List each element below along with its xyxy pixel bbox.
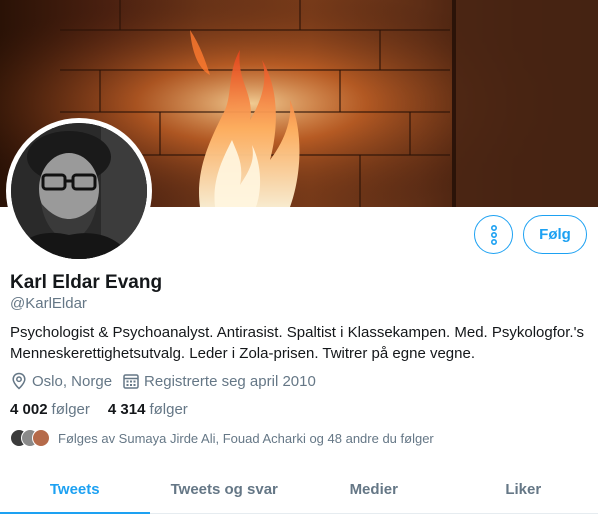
following-link[interactable]: 4 002 følger <box>10 401 90 418</box>
location-pin-icon <box>12 372 26 390</box>
profile-meta: Oslo, Norge Registrerte seg april 2010 <box>10 371 326 391</box>
follower-avatars <box>10 429 50 447</box>
tab-tweets-and-replies[interactable]: Tweets og svar <box>150 466 300 513</box>
join-date-text: Registrerte seg april 2010 <box>144 372 316 390</box>
followers-link[interactable]: 4 314 følger <box>108 401 188 418</box>
profile-handle: @KarlEldar <box>10 295 87 312</box>
profile-bio: Psychologist & Psychoanalyst. Antirasist… <box>10 324 584 362</box>
tab-likes[interactable]: Liker <box>449 466 598 513</box>
profile-tabs: Tweets Tweets og svar Medier Liker <box>0 466 598 514</box>
location-text: Oslo, Norge <box>32 372 113 390</box>
location: Oslo, Norge <box>10 372 112 390</box>
follower-avatar <box>32 429 50 447</box>
followed-by-text: Følges av Sumaya Jirde Ali, Fouad Achark… <box>58 430 434 446</box>
followed-by[interactable]: Følges av Sumaya Jirde Ali, Fouad Achark… <box>10 428 434 448</box>
tab-media[interactable]: Medier <box>299 466 449 513</box>
followers-label: følger <box>149 401 188 418</box>
more-options-button[interactable] <box>474 215 513 254</box>
more-vertical-icon <box>490 224 497 245</box>
avatar-image <box>11 123 147 259</box>
following-count: 4 002 <box>10 401 48 418</box>
join-date: Registrerte seg april 2010 <box>122 372 316 390</box>
avatar[interactable] <box>6 118 152 264</box>
profile-name: Karl Eldar Evang <box>10 272 163 293</box>
followers-count: 4 314 <box>107 401 146 418</box>
tab-tweets[interactable]: Tweets <box>0 466 150 514</box>
follow-counts: 4 002 følger 4 314 følger <box>10 401 206 418</box>
following-label: følger <box>51 401 90 418</box>
calendar-icon <box>123 374 139 389</box>
follow-button[interactable]: Følg <box>523 215 587 254</box>
